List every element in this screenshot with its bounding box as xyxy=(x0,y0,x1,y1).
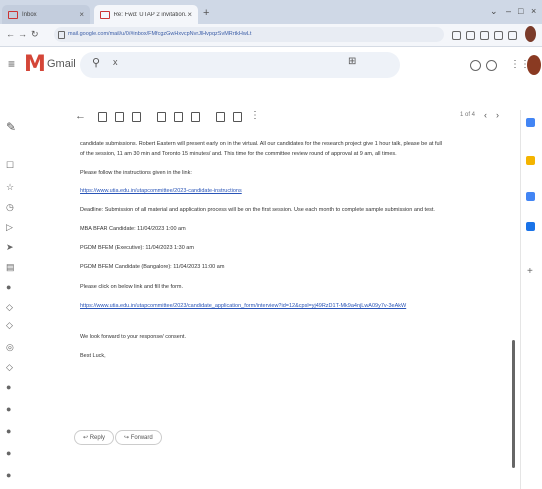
gmail-favicon-icon xyxy=(100,10,110,19)
meet-icon[interactable]: ◇ xyxy=(6,362,13,373)
search-icon[interactable]: ⚲ xyxy=(92,56,100,69)
search-bar[interactable]: ⚲ x ⊞ xyxy=(80,52,400,78)
close-window-icon[interactable]: × xyxy=(531,6,536,16)
search-options-icon[interactable]: ⊞ xyxy=(348,56,356,67)
minimize-icon[interactable]: – xyxy=(506,6,511,16)
browser-tab-bar: Inbox × Re: Fwd: UTAP 2 invitation... × … xyxy=(0,0,542,24)
drafts-icon[interactable]: ▤ xyxy=(6,262,15,273)
settings-gear-icon[interactable] xyxy=(486,60,497,71)
label-icon[interactable]: ◇ xyxy=(6,320,13,331)
new-tab-icon[interactable]: + xyxy=(203,7,209,19)
delete-icon[interactable] xyxy=(132,112,141,122)
inbox-icon[interactable]: ☐ xyxy=(6,160,14,171)
calendar-icon[interactable] xyxy=(526,118,535,127)
email-toolbar: ← ⋮ 1 of 4 ‹ › xyxy=(40,98,510,134)
clear-search-icon[interactable]: x xyxy=(113,57,118,67)
browser-tab-email[interactable]: Re: Fwd: UTAP 2 invitation... × xyxy=(94,5,198,24)
newer-chevron-icon[interactable]: ‹ xyxy=(484,110,487,120)
email-text: Please click on below link and fill the … xyxy=(80,284,184,290)
gmail-logo[interactable]: M xyxy=(24,52,46,77)
browser-profile-avatar[interactable] xyxy=(525,26,536,42)
pagination-count: 1 of 4 xyxy=(460,112,476,118)
label-icon[interactable]: ● xyxy=(6,282,11,292)
label-icon[interactable]: ◇ xyxy=(6,302,13,313)
more-options-icon[interactable]: ⋮ xyxy=(250,110,260,121)
star-icon[interactable]: ☆ xyxy=(6,182,14,193)
email-text: Please follow the instructions given in … xyxy=(80,170,192,176)
forward-label: Forward xyxy=(130,435,153,441)
close-tab-icon[interactable]: × xyxy=(187,10,192,19)
instructions-link[interactable]: https://www.utia.edu.in/utapcommittee/20… xyxy=(80,188,242,194)
reply-label: Reply xyxy=(89,435,106,441)
tab-title: Re: Fwd: UTAP 2 invitation... xyxy=(113,11,188,18)
add-task-icon[interactable] xyxy=(191,112,200,122)
label-icon[interactable]: ● xyxy=(6,382,11,392)
move-to-icon[interactable] xyxy=(216,112,225,122)
label-icon[interactable]: ● xyxy=(6,470,11,480)
label-icon[interactable]: ● xyxy=(6,426,11,436)
chevron-down-icon[interactable]: ⌄ xyxy=(490,6,498,17)
email-text: Deadline: Submission of all material and… xyxy=(80,207,435,213)
reply-icon: ↩ xyxy=(83,435,90,441)
gmail-header: ≡ M Gmail ⚲ x ⊞ ⋮⋮ xyxy=(0,47,542,85)
tasks-icon[interactable] xyxy=(526,192,535,201)
forward-icon: ↪ xyxy=(124,435,131,441)
email-paragraph: of the session, 11 am 30 min and Toronto… xyxy=(80,151,397,157)
email-text: We look forward to your response/ consen… xyxy=(80,334,186,340)
report-spam-icon[interactable] xyxy=(115,112,124,122)
email-scrollbar[interactable] xyxy=(512,340,515,468)
important-icon[interactable]: ▷ xyxy=(6,222,13,233)
star-icon[interactable] xyxy=(466,31,475,40)
share-icon[interactable] xyxy=(452,31,461,40)
sent-icon[interactable]: ➤ xyxy=(6,242,14,253)
email-paragraph: candidate submissions. Robert Eastern wi… xyxy=(80,141,442,147)
menu-icon[interactable]: ≡ xyxy=(8,57,15,71)
help-icon[interactable] xyxy=(470,60,481,71)
add-addon-icon[interactable]: + xyxy=(527,266,533,277)
label-icon[interactable]: ● xyxy=(6,404,11,414)
reply-button[interactable]: ↩ Reply xyxy=(74,430,115,445)
extension-icon[interactable] xyxy=(480,31,489,40)
url-field[interactable]: mail.google.com/mail/u/0/#inbox/FMfcgzGw… xyxy=(54,27,444,42)
download-icon[interactable] xyxy=(508,31,517,40)
account-avatar[interactable] xyxy=(527,55,541,75)
mark-unread-icon[interactable] xyxy=(157,112,166,122)
email-text: PGDM BFEM Candidate (Bangalore): 11/04/2… xyxy=(80,264,225,270)
label-icon[interactable] xyxy=(233,112,242,122)
email-text: MBA BFAR Candidate: 11/04/2023 1:00 am xyxy=(80,226,186,232)
snooze-icon[interactable] xyxy=(174,112,183,122)
email-text: PGDM BFEM (Executive): 11/04/2023 1:30 a… xyxy=(80,245,194,251)
contacts-icon[interactable] xyxy=(526,222,535,231)
browser-address-bar: ← → ↻ mail.google.com/mail/u/0/#inbox/FM… xyxy=(0,24,542,47)
form-link[interactable]: https://www.utia.edu.in/utapcommittee/20… xyxy=(80,303,406,309)
reload-icon[interactable]: ↻ xyxy=(31,29,39,40)
back-arrow-icon[interactable]: ← xyxy=(6,29,15,39)
keep-icon[interactable] xyxy=(526,156,535,165)
sidebar-icon[interactable] xyxy=(494,31,503,40)
left-nav-rail: ☐ ☆ ◷ ▷ ➤ ▤ ● ◇ ◇ ◎ ◇ ● ● ● ● ● xyxy=(0,110,40,489)
side-panel: + xyxy=(520,110,542,489)
gmail-favicon-icon xyxy=(8,10,18,19)
snoozed-icon[interactable]: ◷ xyxy=(6,202,14,213)
older-chevron-icon[interactable]: › xyxy=(496,110,499,120)
browser-tab-inbox[interactable]: Inbox × xyxy=(2,5,90,24)
chat-icon[interactable]: ◎ xyxy=(6,342,14,353)
label-icon[interactable]: ● xyxy=(6,448,11,458)
lock-icon[interactable] xyxy=(58,31,65,39)
back-arrow-icon[interactable]: ← xyxy=(75,110,86,122)
close-tab-icon[interactable]: × xyxy=(79,10,84,19)
email-signoff: Best Luck, xyxy=(80,353,106,359)
tab-title: Inbox xyxy=(22,11,37,18)
archive-icon[interactable] xyxy=(98,112,107,122)
forward-button[interactable]: ↪ Forward xyxy=(115,430,162,445)
gmail-wordmark[interactable]: Gmail xyxy=(47,58,76,70)
maximize-icon[interactable]: □ xyxy=(518,6,523,16)
forward-arrow-icon[interactable]: → xyxy=(18,29,27,39)
